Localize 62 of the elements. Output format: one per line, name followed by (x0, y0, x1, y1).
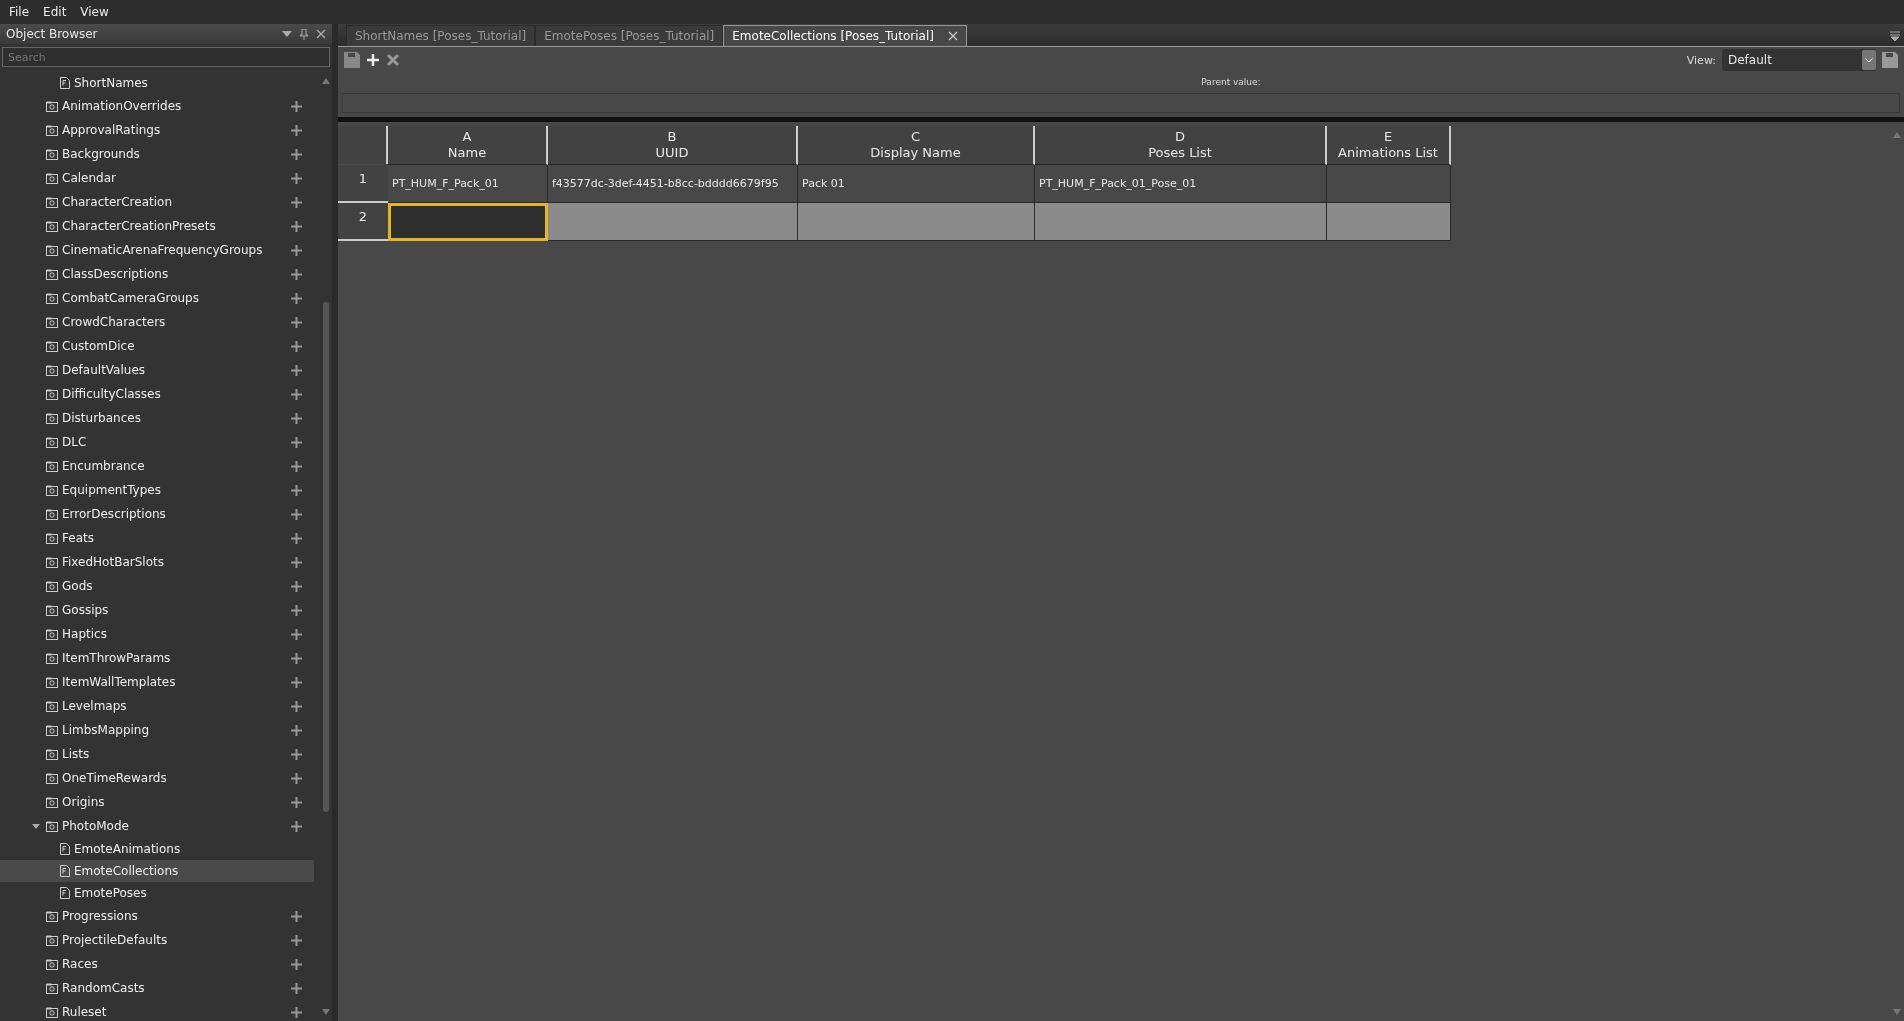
tree-item[interactable]: ItemWallTemplates (0, 670, 314, 694)
menu-item[interactable]: View (75, 5, 114, 19)
tree-item[interactable]: Calendar (0, 166, 314, 190)
column-header[interactable]: D Poses List (1035, 126, 1327, 165)
view-label: View: (1686, 53, 1716, 67)
tree-item[interactable]: ShortNames (0, 72, 314, 94)
tree-item[interactable]: CinematicArenaFrequencyGroups (0, 238, 314, 262)
tree-item[interactable]: EmoteCollections (0, 860, 314, 882)
tree-item[interactable]: ClassDescriptions (0, 262, 314, 286)
menu-item[interactable]: Edit (38, 5, 72, 19)
tree-item[interactable]: EmoteAnimations (0, 838, 314, 860)
tree-item[interactable]: Encumbrance (0, 454, 314, 478)
table-cell[interactable]: PT_HUM_F_Pack_01_Pose_01 (1035, 165, 1327, 203)
tree-item[interactable]: Gossips (0, 598, 314, 622)
column-header[interactable]: B UUID (548, 126, 798, 165)
column-header[interactable]: C Display Name (798, 126, 1035, 165)
tree-item[interactable]: Gods (0, 574, 314, 598)
tree-item[interactable]: CharacterCreationPresets (0, 214, 314, 238)
tree-item[interactable]: ProjectileDefaults (0, 928, 314, 952)
tree-item[interactable]: PhotoMode (0, 814, 314, 838)
view-dropdown[interactable]: Default (1722, 49, 1876, 71)
tree-item[interactable]: Progressions (0, 904, 314, 928)
tree-item[interactable]: DLC (0, 430, 314, 454)
tree-item[interactable]: Levelmaps (0, 694, 314, 718)
tree-item[interactable]: LimbsMapping (0, 718, 314, 742)
tab[interactable]: EmoteCollections [Poses_Tutorial] (723, 25, 967, 46)
tree-item[interactable]: Lists (0, 742, 314, 766)
tab[interactable]: EmotePoses [Poses_Tutorial] (535, 25, 724, 46)
search-field[interactable]: Search (2, 47, 330, 67)
tree-item[interactable]: EquipmentTypes (0, 478, 314, 502)
tree-item[interactable]: CustomDice (0, 334, 314, 358)
tree-item[interactable]: CrowdCharacters (0, 310, 314, 334)
tree-item[interactable]: CharacterCreation (0, 190, 314, 214)
tree-item[interactable]: DefaultValues (0, 358, 314, 382)
tree-item[interactable]: Disturbances (0, 406, 314, 430)
row-number[interactable]: 1 (338, 165, 388, 203)
row-number[interactable]: 2 (338, 203, 388, 241)
tree-item[interactable]: Haptics (0, 622, 314, 646)
tree-item[interactable]: Origins (0, 790, 314, 814)
table-cell[interactable]: f43577dc-3def-4451-b8cc-bdddd6679f95 (548, 165, 798, 203)
tree-item[interactable]: Races (0, 952, 314, 976)
tree-item[interactable]: AnimationOverrides (0, 94, 314, 118)
menu-item[interactable]: File (4, 5, 35, 19)
column-header[interactable]: E Animations List (1327, 126, 1451, 165)
tree-item[interactable]: FixedHotBarSlots (0, 550, 314, 574)
tree-item[interactable]: DifficultyClasses (0, 382, 314, 406)
parent-value-label: Parent value: (1201, 77, 1261, 87)
tree-item[interactable]: ErrorDescriptions (0, 502, 314, 526)
tree-item[interactable]: ItemThrowParams (0, 646, 314, 670)
tree-item[interactable]: Backgrounds (0, 142, 314, 166)
tree-item[interactable]: OneTimeRewards (0, 766, 314, 790)
tree-item[interactable]: EmotePoses (0, 882, 314, 904)
table-cell[interactable]: Pack 01 (798, 165, 1035, 203)
tree-item[interactable]: Feats (0, 526, 314, 550)
column-header[interactable]: A Name (388, 126, 548, 165)
tree-item[interactable]: CombatCameraGroups (0, 286, 314, 310)
tab[interactable]: ShortNames [Poses_Tutorial] (346, 25, 536, 46)
tree-item[interactable]: RandomCasts (0, 976, 314, 1000)
tree-item[interactable]: Ruleset (0, 1000, 314, 1021)
table-cell[interactable]: PT_HUM_F_Pack_01 (388, 165, 548, 203)
tree-item[interactable]: ApprovalRatings (0, 118, 314, 142)
panel-title: Object Browser (6, 27, 98, 41)
